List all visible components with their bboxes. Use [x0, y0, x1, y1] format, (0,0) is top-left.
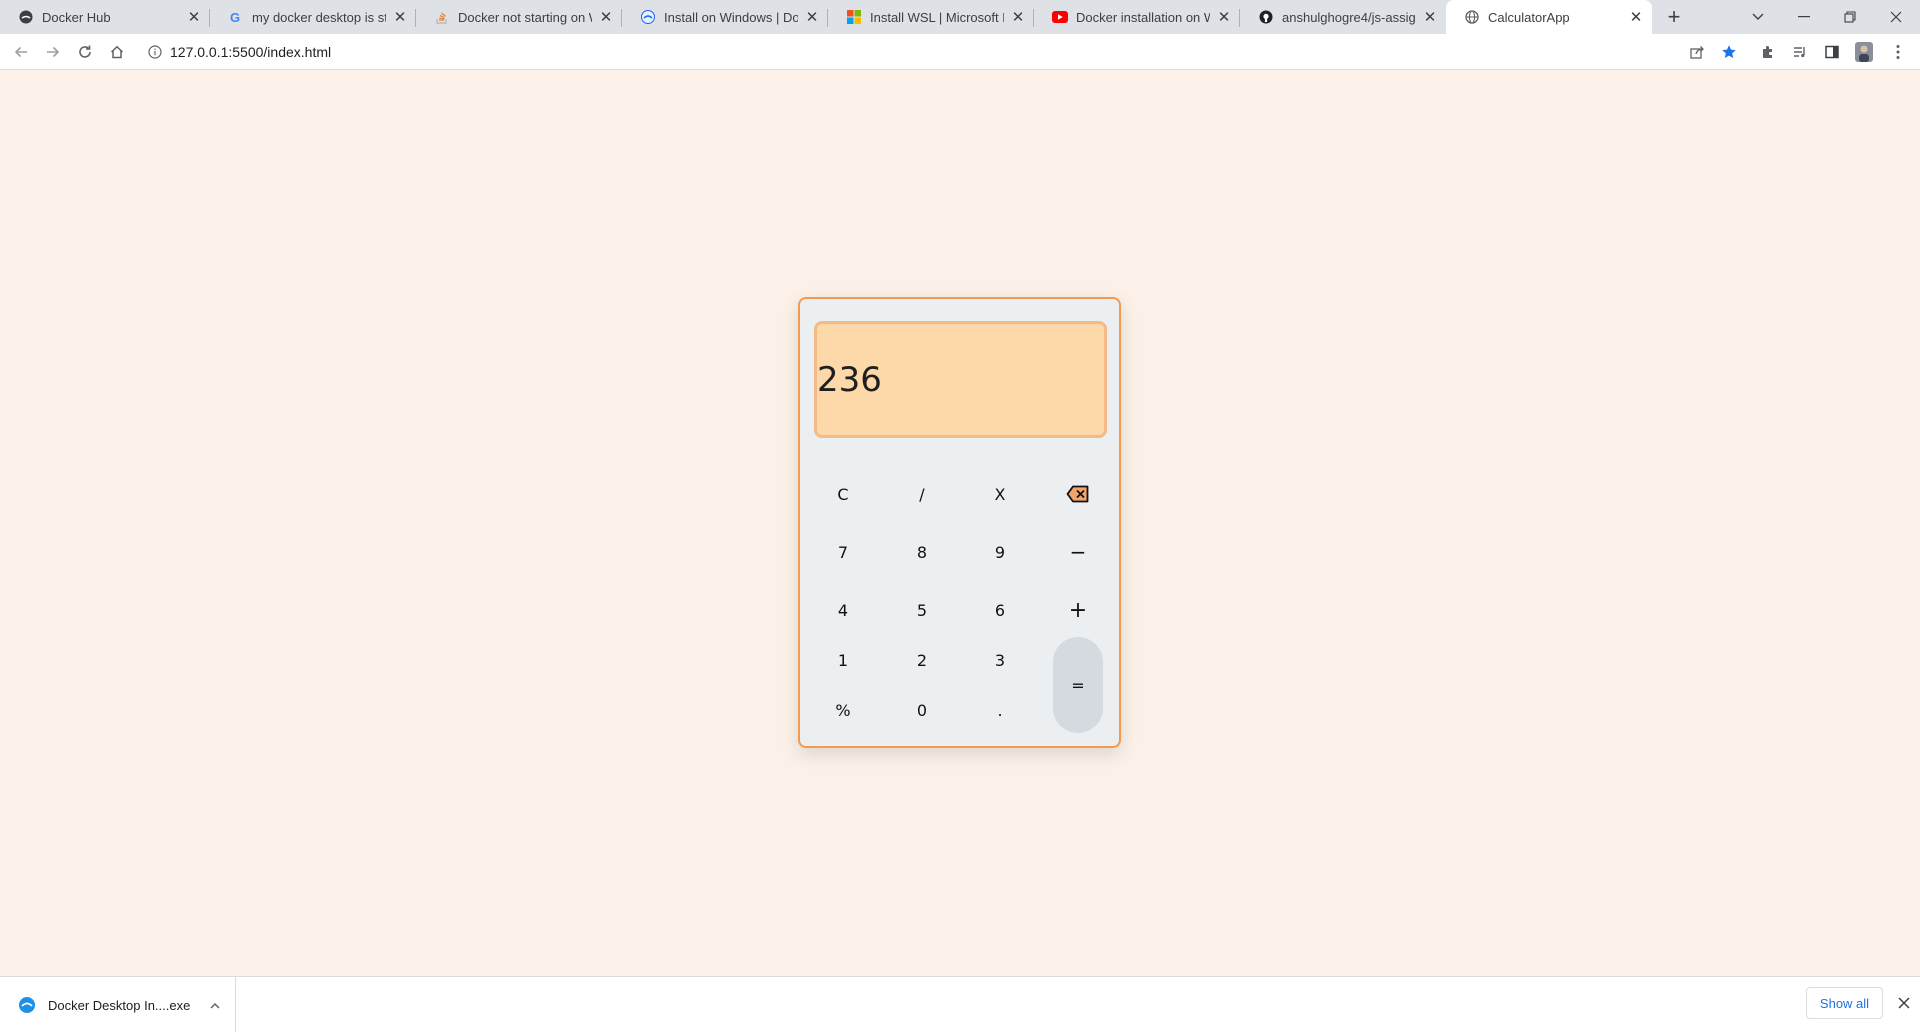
restore-window-icon[interactable] — [1833, 0, 1867, 34]
one-button[interactable]: 1 — [813, 640, 873, 680]
divide-button[interactable]: / — [892, 474, 952, 514]
address-bar[interactable]: 127.0.0.1:5500/index.html — [140, 37, 1720, 67]
close-tab-icon[interactable]: ✕ — [1010, 9, 1026, 26]
tab-title: Install WSL | Microsoft Lea — [870, 9, 1004, 25]
docker-installer-icon — [18, 996, 36, 1014]
seven-button[interactable]: 7 — [813, 532, 873, 572]
tab-stackoverflow[interactable]: Docker not starting on Wi ✕ — [416, 0, 622, 34]
two-button[interactable]: 2 — [892, 640, 952, 680]
forward-arrow-icon[interactable] — [39, 38, 67, 66]
backspace-button[interactable] — [1048, 474, 1108, 514]
clear-button[interactable]: C — [813, 474, 873, 514]
new-tab-button[interactable]: + — [1657, 0, 1691, 34]
download-bar: Docker Desktop In....exe Show all — [0, 976, 1920, 1032]
six-button[interactable]: 6 — [970, 590, 1030, 630]
download-item[interactable]: Docker Desktop In....exe — [0, 977, 236, 1032]
back-arrow-icon[interactable] — [7, 38, 35, 66]
backspace-icon — [1066, 485, 1090, 503]
tab-google-search[interactable]: G my docker desktop is stop ✕ — [210, 0, 416, 34]
microsoft-icon — [846, 9, 862, 25]
close-tab-icon[interactable]: ✕ — [804, 9, 820, 26]
tab-strip: Docker Hub ✕ G my docker desktop is stop… — [0, 0, 1920, 34]
nine-button[interactable]: 9 — [970, 532, 1030, 572]
tab-docker-docs[interactable]: Install on Windows | Docke ✕ — [622, 0, 828, 34]
calculator: 236 C / X 7 8 9 − 4 5 6 + 1 2 3 = % 0 . — [798, 297, 1121, 748]
close-tab-icon[interactable]: ✕ — [1628, 9, 1644, 26]
equals-button[interactable]: = — [1053, 637, 1103, 733]
close-tab-icon[interactable]: ✕ — [392, 9, 408, 26]
github-icon — [1258, 9, 1274, 25]
more-menu-icon[interactable] — [1884, 38, 1912, 66]
display-value: 236 — [817, 359, 882, 400]
close-tab-icon[interactable]: ✕ — [1422, 9, 1438, 26]
tab-title: Docker Hub — [42, 9, 111, 25]
tab-title: anshulghogre4/js-assignm — [1282, 9, 1416, 25]
calculator-display: 236 — [814, 321, 1107, 438]
download-filename: Docker Desktop In....exe — [48, 997, 191, 1013]
tab-microsoft-learn[interactable]: Install WSL | Microsoft Lea ✕ — [828, 0, 1034, 34]
tab-calculator-app[interactable]: CalculatorApp ✕ — [1446, 0, 1652, 34]
site-info-icon[interactable] — [140, 45, 170, 59]
tab-title: Docker not starting on Wi — [458, 9, 592, 25]
three-button[interactable]: 3 — [970, 640, 1030, 680]
close-tab-icon[interactable]: ✕ — [1216, 9, 1232, 26]
docker-hub-icon — [18, 9, 34, 25]
close-tab-icon[interactable]: ✕ — [186, 9, 202, 26]
tab-github[interactable]: anshulghogre4/js-assignm ✕ — [1240, 0, 1446, 34]
svg-text:G: G — [230, 10, 240, 24]
bookmark-star-icon[interactable] — [1715, 38, 1743, 66]
profile-avatar-icon[interactable] — [1850, 38, 1878, 66]
chevron-up-icon[interactable] — [210, 998, 220, 1012]
decimal-point-button[interactable]: . — [970, 690, 1030, 730]
home-icon[interactable] — [103, 38, 131, 66]
tab-title: Install on Windows | Docke — [664, 9, 798, 25]
show-all-downloads-button[interactable]: Show all — [1806, 987, 1883, 1019]
plus-button[interactable]: + — [1048, 590, 1108, 630]
tab-title: CalculatorApp — [1488, 9, 1570, 25]
close-window-icon[interactable] — [1879, 0, 1913, 34]
url-text[interactable]: 127.0.0.1:5500/index.html — [170, 44, 331, 60]
youtube-icon — [1052, 9, 1068, 25]
google-icon: G — [228, 9, 244, 25]
multiply-button[interactable]: X — [970, 474, 1030, 514]
docker-docs-icon — [640, 9, 656, 25]
zero-button[interactable]: 0 — [892, 690, 952, 730]
tab-docker-hub[interactable]: Docker Hub ✕ — [0, 0, 210, 34]
stackoverflow-icon — [434, 9, 450, 25]
tab-youtube[interactable]: Docker installation on Win ✕ — [1034, 0, 1240, 34]
tab-search-icon[interactable] — [1741, 0, 1775, 34]
percent-button[interactable]: % — [813, 690, 873, 730]
reload-icon[interactable] — [71, 38, 99, 66]
reading-list-icon[interactable] — [1786, 38, 1814, 66]
share-icon[interactable] — [1683, 38, 1711, 66]
browser-toolbar: 127.0.0.1:5500/index.html — [0, 34, 1920, 70]
minus-button[interactable]: − — [1048, 532, 1108, 572]
extensions-puzzle-icon[interactable] — [1754, 38, 1782, 66]
minimize-window-icon[interactable] — [1787, 0, 1821, 34]
globe-icon — [1464, 9, 1480, 25]
side-panel-icon[interactable] — [1818, 38, 1846, 66]
tab-title: my docker desktop is stop — [252, 9, 386, 25]
eight-button[interactable]: 8 — [892, 532, 952, 572]
close-tab-icon[interactable]: ✕ — [598, 9, 614, 26]
close-download-bar-icon[interactable] — [1892, 991, 1916, 1015]
four-button[interactable]: 4 — [813, 590, 873, 630]
five-button[interactable]: 5 — [892, 590, 952, 630]
tab-title: Docker installation on Win — [1076, 9, 1210, 25]
